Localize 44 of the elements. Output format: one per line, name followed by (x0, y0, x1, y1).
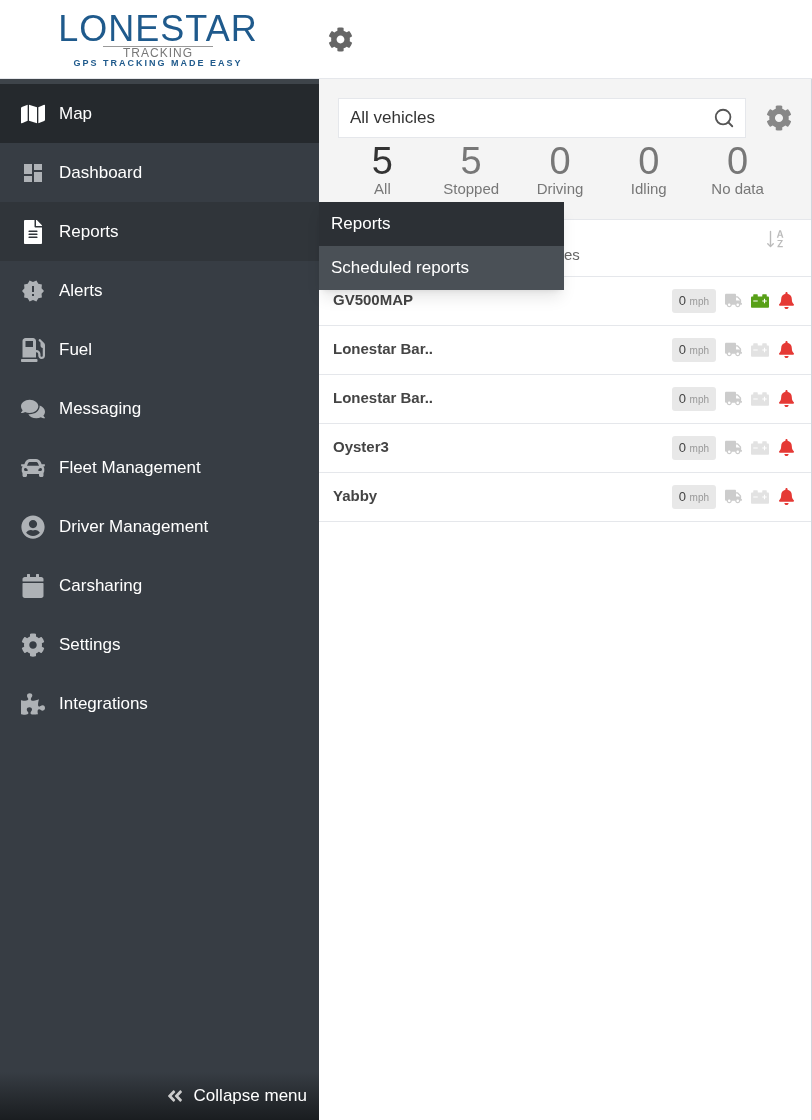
submenu-item[interactable]: Scheduled reports (319, 246, 564, 290)
fuel-pump-icon (21, 337, 45, 362)
search-field[interactable]: All vehicles (338, 98, 746, 138)
logo-tagline: GPS TRACKING MADE EASY (73, 58, 243, 68)
document-icon (21, 219, 45, 244)
speed-badge: 0 mph (671, 387, 716, 411)
settings-icon[interactable] (766, 105, 792, 131)
truck-icon (725, 341, 742, 359)
vehicle-row[interactable]: Lonestar Bar.. 0 mph (319, 375, 811, 424)
calendar-icon (21, 573, 45, 598)
status-filter[interactable]: 5 Stopped (431, 142, 512, 197)
settings-icon[interactable] (328, 26, 353, 52)
bell-icon[interactable] (778, 439, 795, 457)
bell-icon[interactable] (778, 292, 795, 310)
truck-icon (725, 488, 742, 506)
truck-icon (725, 439, 742, 457)
speed-badge: 0 mph (671, 338, 716, 362)
status-filter[interactable]: 0 Driving (520, 142, 600, 197)
status-filter[interactable]: 0 Idling (608, 142, 689, 197)
sidebar-item[interactable]: Reports (0, 202, 319, 261)
double-chevron-icon (165, 1087, 184, 1105)
puzzle-icon (21, 691, 45, 716)
truck-icon (725, 292, 742, 310)
logo-name: LONESTAR (58, 10, 258, 47)
vehicle-row[interactable]: Yabby 0 mph (319, 473, 811, 522)
bell-icon[interactable] (778, 488, 795, 506)
speed-badge: 0 mph (671, 289, 716, 313)
logo-subtitle: TRACKING (103, 45, 213, 59)
status-filter[interactable]: 0 No data (697, 142, 778, 197)
alert-icon (21, 278, 45, 303)
user-icon (21, 514, 45, 539)
search-icon[interactable] (713, 107, 735, 129)
submenu-item[interactable]: Reports (319, 202, 564, 246)
bell-icon[interactable] (778, 341, 795, 359)
sidebar-item[interactable]: Map (0, 84, 319, 143)
vehicle-row[interactable]: Lonestar Bar.. 0 mph (319, 326, 811, 375)
truck-icon (725, 390, 742, 408)
speed-badge: 0 mph (671, 436, 716, 460)
vehicle-row[interactable]: Oyster3 0 mph (319, 424, 811, 473)
status-filter[interactable]: 5 All (342, 142, 423, 197)
list-header: es (564, 244, 580, 265)
settings-icon (21, 632, 45, 657)
speed-badge: 0 mph (671, 485, 716, 509)
bell-icon[interactable] (778, 390, 795, 408)
